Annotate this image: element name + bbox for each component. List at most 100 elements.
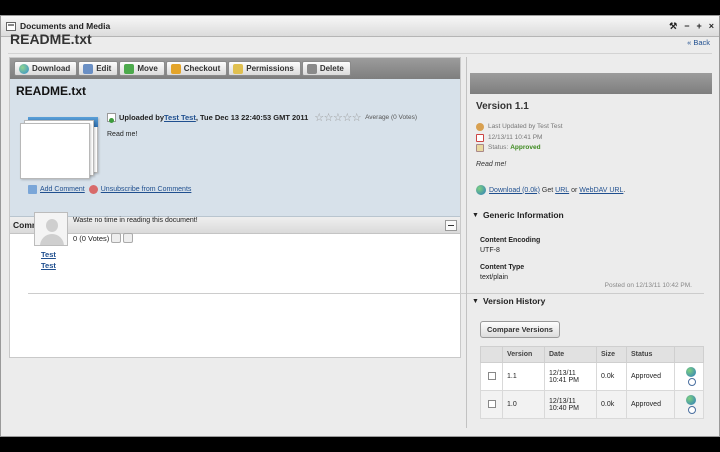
calendar-icon (476, 133, 484, 142)
status-column-header: Status (626, 346, 675, 363)
version-history-toggle[interactable]: ▼ Version History (472, 296, 545, 306)
portlet-icon (6, 21, 16, 31)
generic-information-toggle[interactable]: ▼ Generic Information (472, 210, 564, 220)
comment-divider (28, 293, 704, 294)
size-cell: 0.0k (596, 390, 627, 419)
date-line1: 12/13/11 (549, 369, 576, 377)
version-title: Version 1.1 (476, 101, 529, 112)
maximize-icon[interactable]: + (696, 21, 701, 32)
document-thumbnail[interactable] (20, 115, 100, 179)
add-comment-link[interactable]: Add Comment (28, 185, 85, 194)
portlet-controls: ⚒ − + × (669, 21, 714, 32)
row-select-cell (480, 362, 503, 391)
back-link[interactable]: « Back (687, 38, 710, 47)
url-link[interactable]: URL (555, 187, 569, 194)
document-toolbar: Download Edit Move Checkout Permissions … (10, 58, 460, 79)
period-text: . (623, 186, 626, 194)
status-label: Status: (488, 144, 509, 151)
globe-icon (19, 63, 29, 74)
row-select-cell (480, 390, 503, 419)
rating-average: Average (0 Votes) (365, 114, 417, 121)
upload-info: Uploaded by Test Test , Tue Dec 13 22:40… (107, 111, 417, 124)
download-links: Download (0.0k) Get URL or WebDAV URL . (476, 185, 625, 195)
content-type-label: Content Type (480, 264, 525, 271)
comment-author-first[interactable]: Test (41, 249, 56, 260)
version-cell: 1.1 (502, 362, 545, 391)
version-history-title: Version History (482, 296, 546, 306)
page-title: README.txt (10, 31, 92, 47)
thumbs-down-icon[interactable] (123, 233, 134, 243)
portlet-titlebar: Documents and Media ⚒ − + × (1, 16, 719, 37)
webdav-url-link[interactable]: WebDAV URL (579, 187, 623, 194)
thumbs-up-icon[interactable] (111, 233, 122, 243)
content-type: Content Type text/plain (480, 263, 524, 283)
table-row: 1.0 12/13/11 10:40 PM 0.0k Approved (480, 390, 704, 419)
version-meta: Last Updated by Test Test 12/13/11 10:41… (476, 122, 563, 154)
rating-stars[interactable]: ☆☆☆☆☆ (314, 111, 361, 124)
move-button-label: Move (137, 64, 158, 73)
comment-posted-date: Posted on 12/13/11 10:42 PM. (604, 282, 692, 289)
download-button-label: Download (32, 64, 71, 73)
edit-button[interactable]: Edit (78, 61, 119, 76)
version-cell: 1.0 (502, 390, 545, 419)
content-encoding-value: UTF-8 (480, 247, 500, 254)
triangle-down-icon: ▼ (472, 211, 479, 219)
comment-vote-count: 0 (0 Votes) (73, 233, 110, 243)
version-toolbar (470, 73, 712, 94)
zoom-icon[interactable] (688, 406, 696, 414)
zoom-icon[interactable] (688, 378, 696, 386)
minimize-icon[interactable]: − (684, 21, 689, 32)
checkout-button[interactable]: Checkout (165, 61, 228, 76)
uploaded-by-label: Uploaded by (119, 113, 165, 122)
version-description: Read me! (476, 161, 507, 168)
status-cell: Approved (626, 362, 675, 391)
add-comment-label: Add Comment (40, 186, 85, 193)
table-row: 1.1 12/13/11 10:41 PM 0.0k Approved (480, 362, 704, 391)
status-value: Approved (510, 144, 541, 151)
lock-icon (170, 63, 181, 74)
globe-icon[interactable] (686, 395, 696, 405)
collapse-comments-button[interactable] (445, 219, 457, 231)
comment-author-last[interactable]: Test (41, 260, 56, 271)
document-description: Read me! (107, 131, 138, 138)
table-header-row: Version Date Size Status (480, 346, 704, 363)
or-text: or (569, 186, 580, 194)
trash-icon (306, 63, 317, 74)
last-updated-text: Last Updated by Test Test (488, 123, 563, 130)
generic-information-title: Generic Information (482, 210, 564, 220)
close-icon[interactable]: × (709, 21, 714, 32)
status-icon (476, 144, 484, 153)
date-cell: 12/13/11 10:41 PM (544, 362, 597, 391)
comment-actions: Add Comment Unsubscribe from Comments (28, 185, 191, 194)
content-encoding-label: Content Encoding (480, 237, 541, 244)
date-line2: 10:41 PM (549, 376, 579, 384)
unsubscribe-comments-link[interactable]: Unsubscribe from Comments (88, 185, 191, 194)
configuration-icon[interactable]: ⚒ (669, 21, 677, 32)
delete-button[interactable]: Delete (301, 61, 351, 76)
checkout-button-label: Checkout (183, 64, 221, 73)
document-title: README.txt (16, 84, 87, 98)
download-link[interactable]: Download (0.0k) (489, 187, 540, 194)
edit-button-label: Edit (96, 64, 112, 73)
avatar[interactable] (34, 212, 68, 246)
row-checkbox[interactable] (487, 371, 496, 380)
globe-icon[interactable] (686, 367, 696, 377)
content-encoding: Content Encoding UTF-8 (480, 236, 540, 256)
triangle-down-icon: ▼ (472, 297, 479, 305)
title-divider (8, 53, 712, 54)
column-divider (466, 57, 467, 428)
compare-versions-button[interactable]: Compare Versions (480, 321, 560, 338)
permissions-button-label: Permissions (246, 64, 294, 73)
status-cell: Approved (626, 390, 675, 419)
permissions-button[interactable]: Permissions (228, 61, 301, 76)
document-panel: Download Edit Move Checkout Permissions … (9, 57, 461, 358)
uploader-link[interactable]: Test Test (164, 113, 196, 122)
size-column-header: Size (596, 346, 627, 363)
status-row: Status: Approved (476, 143, 563, 154)
row-checkbox[interactable] (487, 399, 496, 408)
content-type-value: text/plain (480, 274, 509, 281)
download-button[interactable]: Download (14, 61, 78, 76)
add-comment-icon (28, 185, 37, 194)
move-button[interactable]: Move (119, 61, 165, 76)
comment-text: Waste no time in reading this document! (73, 217, 198, 224)
